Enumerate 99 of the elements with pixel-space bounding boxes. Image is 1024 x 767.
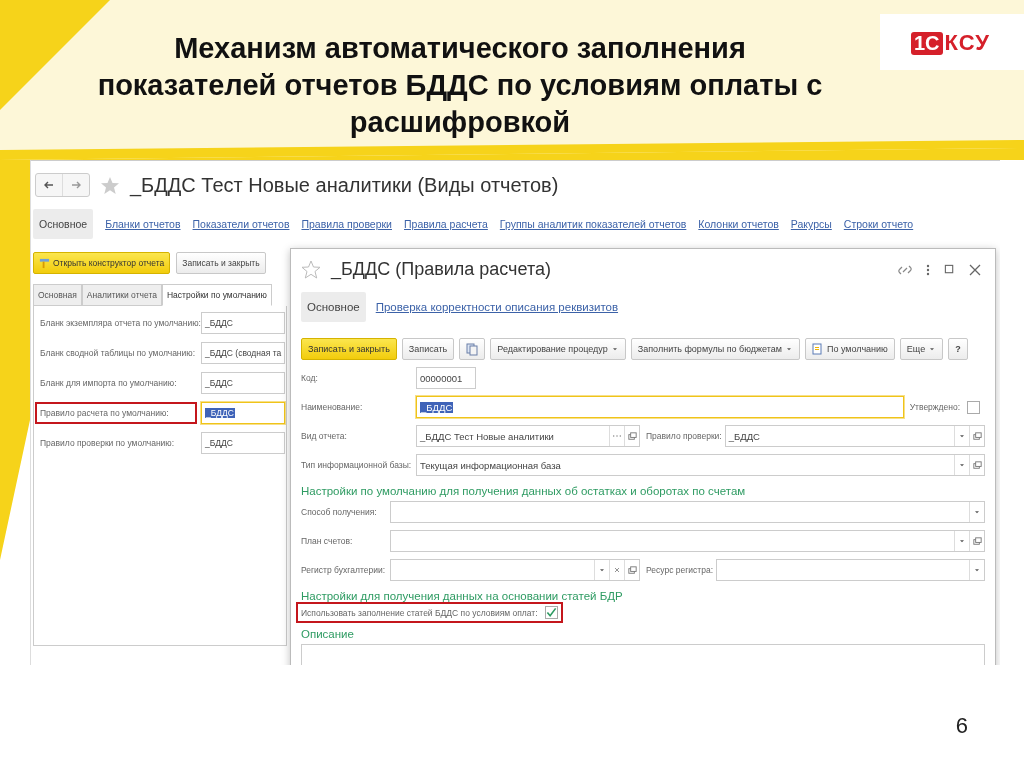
document-icon	[812, 343, 824, 355]
close-icon	[613, 566, 621, 574]
toolbar-button[interactable]: По умолчанию	[805, 338, 895, 360]
nav-link[interactable]: Правила проверки	[301, 218, 392, 230]
logo-text: КСУ	[944, 30, 990, 56]
tab[interactable]: Настройки по умолчанию	[161, 284, 272, 306]
nav-link[interactable]: Показатели отчетов	[192, 218, 290, 230]
open-window-icon	[626, 430, 638, 442]
page-number: 6	[955, 713, 968, 739]
toolbar-button[interactable]: Записать	[401, 338, 455, 360]
nav-link[interactable]: Бланки отчетов	[105, 218, 181, 230]
field-label: Наименование:	[301, 402, 364, 412]
dialog-title: _БДДС (Правила расчета)	[331, 259, 552, 280]
field-label: Правило проверки:	[646, 431, 723, 441]
caret-icon	[973, 566, 981, 574]
input-field[interactable]: _БДДС	[201, 402, 285, 424]
tab[interactable]: Основная	[33, 284, 82, 306]
field-label: Тип информационной базы:	[301, 460, 413, 470]
toolbar-button[interactable]: Еще	[899, 338, 944, 360]
input-field[interactable]: _БДДС	[201, 372, 285, 394]
field-label: Регистр бухгалтерии:	[301, 565, 386, 575]
field-label: Способ получения:	[301, 507, 378, 517]
field-label: Вид отчета:	[301, 431, 348, 441]
star-icon	[100, 175, 120, 195]
open-button[interactable]	[624, 560, 639, 580]
nav-link[interactable]: Ракурсы	[790, 218, 832, 230]
forward-arrow-icon	[70, 179, 82, 191]
input-field[interactable]: Текущая информационная база	[416, 454, 985, 476]
maximize-button[interactable]	[944, 264, 955, 275]
field-label: План счетов:	[301, 536, 354, 546]
checkbox-label: Утверждено:	[909, 402, 961, 412]
field-label: Правило расчета по умолчанию:	[35, 402, 197, 424]
copy-icon	[466, 342, 479, 356]
open-window-icon	[626, 564, 638, 576]
constructor-icon	[39, 257, 50, 269]
more-icon	[926, 263, 930, 276]
nav-link[interactable]: Проверка корректности описания реквизитов	[375, 301, 619, 313]
nav-link[interactable]: Строки отчето	[843, 218, 914, 230]
window-title: _БДДС Тест Новые аналитики (Виды отчетов)	[130, 173, 559, 197]
back-arrow-icon	[43, 179, 55, 191]
caret-icon	[928, 345, 937, 353]
input-field[interactable]: _БДДС	[201, 432, 285, 454]
input-field[interactable]	[390, 530, 985, 552]
close-icon	[969, 263, 981, 276]
maximize-icon	[944, 264, 955, 275]
section-heading: Описание	[301, 628, 355, 640]
input-field[interactable]: _БДДС Тест Новые аналитики	[416, 425, 640, 447]
nav-link[interactable]: Правила расчета	[404, 218, 488, 230]
input-field[interactable]: _БДДС	[416, 396, 904, 418]
checkmark-icon	[545, 607, 557, 618]
slide-title: Механизм автоматического заполнения показателей отчетов БДДС по условиям оплаты с расшифровкой	[96, 31, 824, 140]
open-window-icon	[971, 459, 983, 471]
checkbox[interactable]	[544, 606, 558, 619]
toolbar-button[interactable]: Записать и закрыть	[301, 338, 397, 360]
caret-icon	[958, 432, 966, 440]
field-label: Правило проверки по умолчанию:	[39, 437, 176, 450]
caret-icon	[785, 345, 793, 353]
open-button[interactable]	[969, 531, 984, 551]
section-heading: Настройки по умолчанию для получения данных об остатках и оборотах по счетам	[301, 485, 747, 497]
open-window-icon	[971, 430, 983, 442]
field-label: Бланк сводной таблицы по умолчанию:	[39, 347, 197, 360]
toolbar-button[interactable]: Записать и закрыть	[176, 252, 266, 274]
nav-link[interactable]: Основное	[301, 292, 366, 322]
nav-link[interactable]: Основное	[33, 209, 94, 239]
caret-icon	[610, 345, 619, 353]
input-field[interactable]	[390, 501, 985, 523]
input-field[interactable]	[390, 559, 640, 581]
open-window-icon	[971, 535, 983, 547]
help-button[interactable]: ?	[948, 338, 968, 360]
input-field[interactable]: _БДДС	[724, 425, 985, 447]
input-field[interactable]: 00000001	[416, 367, 476, 389]
caret-icon	[973, 508, 981, 516]
caret-icon	[958, 461, 966, 469]
checkbox[interactable]	[967, 400, 980, 414]
input-field[interactable]: _БДДС	[201, 312, 285, 334]
field-label: Ресурс регистра:	[646, 565, 715, 575]
field-label: Код:	[301, 373, 319, 383]
section-heading: Настройки для получения данных на основании статей БДР	[301, 590, 624, 602]
tab[interactable]: Аналитики отчета	[81, 284, 162, 306]
caret-icon	[598, 566, 606, 574]
open-button[interactable]	[624, 426, 639, 446]
open-button[interactable]	[969, 426, 984, 446]
nav-link[interactable]: Группы аналитик показателей отчетов	[499, 218, 687, 230]
checkbox-label: Использовать заполнение статей БДДС по условиям оплат:	[301, 607, 539, 618]
nav-link[interactable]: Колонки отчетов	[698, 218, 779, 230]
toolbar-button[interactable]: Открыть конструктор отчета	[33, 252, 171, 274]
close-button[interactable]	[969, 263, 981, 276]
logo-mark: 1С	[911, 31, 943, 55]
choice-button[interactable]	[609, 426, 624, 446]
input-field[interactable]	[716, 559, 985, 581]
more-button[interactable]	[926, 263, 930, 276]
field-label: Бланк для импорта по умолчанию:	[39, 377, 178, 390]
toolbar-button[interactable]	[459, 338, 486, 360]
toolbar-button[interactable]: Редактирование процедур	[490, 338, 626, 360]
caret-icon	[958, 537, 966, 545]
input-field[interactable]: _БДДС (сводная та	[201, 342, 285, 364]
star-icon	[301, 260, 321, 279]
toolbar-button[interactable]: Заполнить формулы по бюджетам	[630, 338, 800, 360]
open-button[interactable]	[969, 455, 984, 475]
